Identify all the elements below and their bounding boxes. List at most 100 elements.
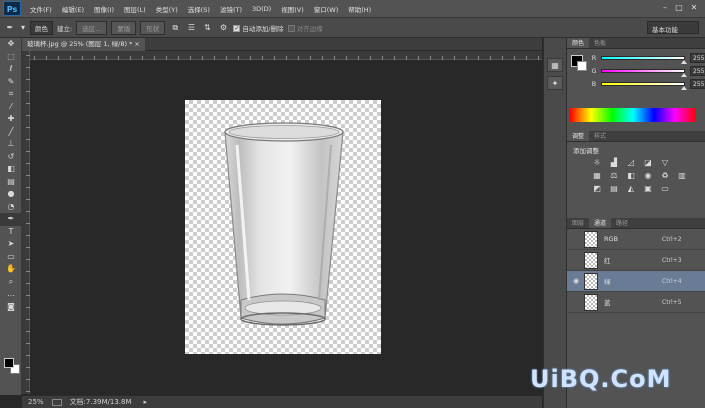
visibility-eye-icon[interactable]: ● xyxy=(570,234,582,244)
marquee-tool-icon[interactable]: ⬚ xyxy=(0,51,22,64)
align-edges-checkbox[interactable]: 对齐边缘 xyxy=(287,23,323,33)
mask-button[interactable]: 蒙版 xyxy=(111,20,137,35)
status-arrow-icon[interactable]: ▸ xyxy=(144,398,148,406)
brush-mode-select[interactable]: 颜色 xyxy=(30,20,53,35)
tab-channels[interactable]: 通道 xyxy=(589,218,612,228)
gradient-map-icon[interactable]: ▭ xyxy=(659,183,671,194)
menu-filter[interactable]: 滤镜(T) xyxy=(215,4,247,14)
brightness-icon[interactable]: ☼ xyxy=(591,157,603,168)
path-select-tool-icon[interactable]: ➤ xyxy=(0,238,22,251)
eraser-tool-icon[interactable]: ◧ xyxy=(0,163,22,176)
menu-3d[interactable]: 3D(D) xyxy=(247,5,276,13)
move-tool-icon[interactable]: ✥ xyxy=(0,38,22,51)
tab-layers[interactable]: 图层 xyxy=(567,218,589,228)
document-info[interactable]: 文档:7.39M/13.8M xyxy=(70,397,132,407)
slider-thumb-icon[interactable] xyxy=(681,72,687,77)
dodge-tool-icon[interactable]: ◔ xyxy=(0,201,22,214)
healing-tool-icon[interactable]: ✚ xyxy=(0,113,22,126)
type-tool-icon[interactable]: T xyxy=(0,226,22,239)
channel-slider[interactable] xyxy=(601,81,687,90)
menu-edit[interactable]: 编辑(E) xyxy=(57,4,89,14)
create-label: 建立: xyxy=(57,24,73,33)
posterize-icon[interactable]: ▤ xyxy=(608,183,620,194)
menu-help[interactable]: 帮助(H) xyxy=(343,4,376,14)
shape-button[interactable]: 形状 xyxy=(140,20,166,35)
tab-paths[interactable]: 路径 xyxy=(611,218,633,228)
channel-row-rgb[interactable]: ● RGB Ctrl+2 xyxy=(567,229,705,250)
vibrance-icon[interactable]: ▽ xyxy=(659,157,671,168)
lasso-tool-icon[interactable]: ℓ xyxy=(0,63,22,76)
gradient-tool-icon[interactable]: ▤ xyxy=(0,176,22,189)
visibility-eye-icon[interactable]: ● xyxy=(570,297,582,307)
channel-row-red[interactable]: ● 红 Ctrl+3 xyxy=(567,250,705,271)
channel-slider[interactable] xyxy=(601,55,687,64)
channel-value-input[interactable]: 255 xyxy=(690,78,705,89)
slider-thumb-icon[interactable] xyxy=(681,85,687,90)
tab-close-icon[interactable]: × xyxy=(134,40,139,48)
pen-tool-preset-icon[interactable]: ✒ xyxy=(4,22,16,34)
exposure-icon[interactable]: ◪ xyxy=(642,157,654,168)
path-ops-icon[interactable]: ⧉ xyxy=(169,22,181,34)
tab-adjustments[interactable]: 调整 xyxy=(567,131,590,141)
quick-select-tool-icon[interactable]: ✎ xyxy=(0,76,22,89)
curves-icon[interactable]: ◿ xyxy=(625,157,637,168)
history-panel-icon[interactable]: ▦ xyxy=(547,58,563,72)
menu-image[interactable]: 图像(I) xyxy=(89,4,119,14)
menu-select[interactable]: 选择(S) xyxy=(183,4,215,14)
menu-view[interactable]: 视图(V) xyxy=(276,4,309,14)
workspace-select[interactable]: 基本功能 xyxy=(647,21,699,34)
chevron-down-icon[interactable]: ▾ xyxy=(20,22,26,34)
path-align-icon[interactable]: ☰ xyxy=(185,22,197,34)
menu-type[interactable]: 类型(Y) xyxy=(151,4,183,14)
foreground-color-swatch[interactable] xyxy=(4,358,14,368)
eyedropper-tool-icon[interactable]: ⁄ xyxy=(0,101,22,114)
actions-panel-icon[interactable]: ✦ xyxy=(547,76,563,90)
color-lookup-icon[interactable]: ▥ xyxy=(676,170,688,181)
menu-window[interactable]: 窗口(W) xyxy=(309,4,344,14)
more-tools-icon[interactable]: … xyxy=(0,288,22,301)
close-icon[interactable]: ✕ xyxy=(688,2,700,14)
shape-tool-icon[interactable]: ▭ xyxy=(0,251,22,264)
tab-color[interactable]: 颜色 xyxy=(567,38,590,48)
document-tab[interactable]: 玻璃杯.jpg @ 25% (图层 1, 绿/8) * × xyxy=(22,38,145,51)
gear-icon[interactable]: ⚙ xyxy=(217,22,229,34)
channel-value-input[interactable]: 255 xyxy=(690,52,705,63)
black-white-icon[interactable]: ◧ xyxy=(625,170,637,181)
channel-row-green[interactable]: ◉ 绿 Ctrl+4 xyxy=(567,271,705,292)
slider-thumb-icon[interactable] xyxy=(681,59,687,64)
pen-tool-icon[interactable]: ✒ xyxy=(0,213,22,226)
tab-swatches[interactable]: 色板 xyxy=(589,38,611,48)
channel-value-input[interactable]: 255 xyxy=(690,65,705,76)
hue-saturation-icon[interactable]: ▦ xyxy=(591,170,603,181)
zoom-level[interactable]: 25% xyxy=(28,398,44,406)
quick-mask-icon[interactable]: ◙ xyxy=(0,301,22,314)
levels-icon[interactable]: ▟ xyxy=(608,157,620,168)
history-brush-tool-icon[interactable]: ↺ xyxy=(0,151,22,164)
invert-icon[interactable]: ◩ xyxy=(591,183,603,194)
color-spectrum-bar[interactable] xyxy=(570,108,696,122)
photo-filter-icon[interactable]: ◉ xyxy=(642,170,654,181)
menu-layer[interactable]: 图层(L) xyxy=(119,4,151,14)
path-arrange-icon[interactable]: ⇅ xyxy=(201,22,213,34)
channel-slider[interactable] xyxy=(601,68,687,77)
minimize-icon[interactable]: – xyxy=(659,2,671,14)
visibility-eye-icon[interactable]: ● xyxy=(570,255,582,265)
document-canvas[interactable] xyxy=(185,100,381,354)
stamp-tool-icon[interactable]: ⊥ xyxy=(0,138,22,151)
brush-tool-icon[interactable]: ╱ xyxy=(0,126,22,139)
hand-tool-icon[interactable]: ✋ xyxy=(0,263,22,276)
blur-tool-icon[interactable]: ● xyxy=(0,188,22,201)
zoom-tool-icon[interactable]: ⌕ xyxy=(0,276,22,289)
selection-button[interactable]: 选区... xyxy=(76,20,108,35)
selective-color-icon[interactable]: ▣ xyxy=(642,183,654,194)
tab-styles[interactable]: 样式 xyxy=(589,131,611,141)
menu-file[interactable]: 文件(F) xyxy=(25,4,57,14)
visibility-eye-icon[interactable]: ◉ xyxy=(570,276,582,286)
channel-row-blue[interactable]: ● 蓝 Ctrl+5 xyxy=(567,292,705,313)
threshold-icon[interactable]: ◭ xyxy=(625,183,637,194)
maximize-icon[interactable]: □ xyxy=(673,2,685,14)
crop-tool-icon[interactable]: ⌗ xyxy=(0,88,22,101)
channel-mixer-icon[interactable]: ♻ xyxy=(659,170,671,181)
auto-add-delete-checkbox[interactable]: ✓ 自动添加/删除 xyxy=(233,23,284,33)
color-balance-icon[interactable]: ⚖ xyxy=(608,170,620,181)
